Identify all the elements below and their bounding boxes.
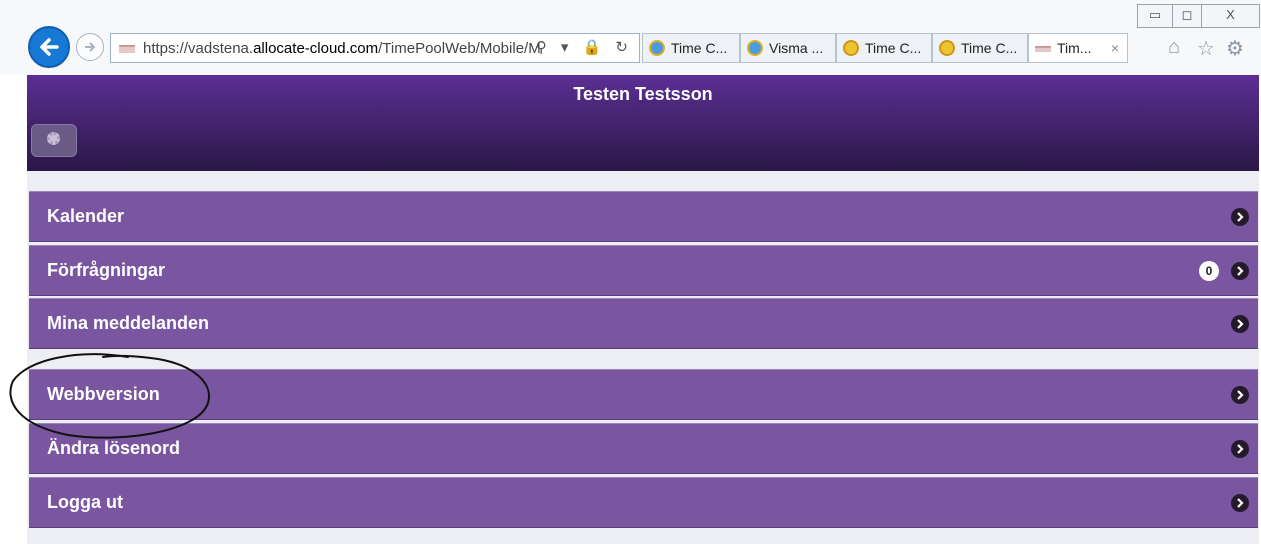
back-button[interactable] (28, 26, 70, 68)
address-bar[interactable]: https://vadstena.allocate-cloud.com/Time… (110, 33, 640, 63)
address-url[interactable]: https://vadstena.allocate-cloud.com/Time… (143, 40, 563, 57)
clock-icon (843, 40, 859, 56)
minimize-button[interactable]: ▭ (1137, 4, 1173, 28)
restore-button[interactable]: ◻ (1172, 4, 1202, 28)
browser-chrome: ▭ ◻ X https://vadstena.allocate-cloud.co… (0, 0, 1261, 75)
gear-icon (47, 132, 60, 145)
ie-icon (747, 40, 763, 56)
tab-close-icon[interactable]: × (1111, 34, 1119, 62)
close-window-button[interactable]: X (1201, 4, 1260, 28)
menu-item-label: Mina meddelanden (47, 313, 210, 333)
tab-label: Visma ... (769, 40, 824, 56)
settings-gear-icon[interactable]: ⚙ (1226, 36, 1244, 61)
menu-item-label: Logga ut (47, 492, 123, 512)
home-icon[interactable]: ⌂ (1168, 36, 1180, 59)
chevron-right-icon (1231, 494, 1249, 512)
tab-label: Time C... (865, 40, 922, 56)
settings-button[interactable] (31, 124, 77, 157)
tab-active[interactable]: Tim... × (1028, 33, 1128, 63)
clock-icon (939, 40, 955, 56)
menu-item-logga-ut[interactable]: Logga ut (29, 477, 1258, 528)
tab-time-c-1[interactable]: Time C... (642, 33, 740, 63)
back-arrow-icon (40, 38, 59, 56)
menu-item-mina-meddelanden[interactable]: Mina meddelanden (29, 298, 1258, 349)
address-tools[interactable]: ⚲ ▾ 🔒 ↻ (536, 38, 633, 56)
tab-time-c-3[interactable]: Time C... (932, 33, 1028, 63)
tab-time-c-2[interactable]: Time C... (836, 33, 932, 63)
tab-visma[interactable]: Visma ... (740, 33, 836, 63)
chevron-right-icon (1231, 386, 1249, 404)
tab-label: Time C... (961, 40, 1018, 56)
chevron-right-icon (1231, 315, 1249, 333)
ie-icon (649, 40, 665, 56)
chevron-right-icon (1231, 208, 1249, 226)
page-favicon-icon (119, 45, 135, 53)
chevron-right-icon (1231, 262, 1249, 280)
forward-button[interactable] (76, 33, 104, 61)
url-host: allocate-cloud.com (253, 40, 379, 57)
menu-item-kalender[interactable]: Kalender (29, 191, 1258, 242)
url-prefix: https://vadstena. (143, 40, 254, 57)
menu-item-label: Förfrågningar (47, 260, 166, 280)
menu-item-label: Kalender (47, 206, 125, 226)
favorites-star-icon[interactable]: ☆ (1197, 36, 1215, 61)
forward-arrow-icon (85, 42, 96, 52)
tab-label: Tim... (1057, 40, 1092, 56)
annotation-circle (9, 353, 210, 439)
menu-item-forfragningar[interactable]: Förfrågningar 0 (29, 245, 1258, 296)
page-title: Testen Testsson (573, 84, 713, 104)
page-icon (1035, 46, 1051, 52)
url-path: /TimePoolWeb/Mobile/M (378, 40, 541, 57)
count-badge: 0 (1199, 261, 1219, 281)
app-header: Testen Testsson (27, 75, 1259, 171)
tab-label: Time C... (671, 40, 728, 56)
chevron-right-icon (1231, 440, 1249, 458)
